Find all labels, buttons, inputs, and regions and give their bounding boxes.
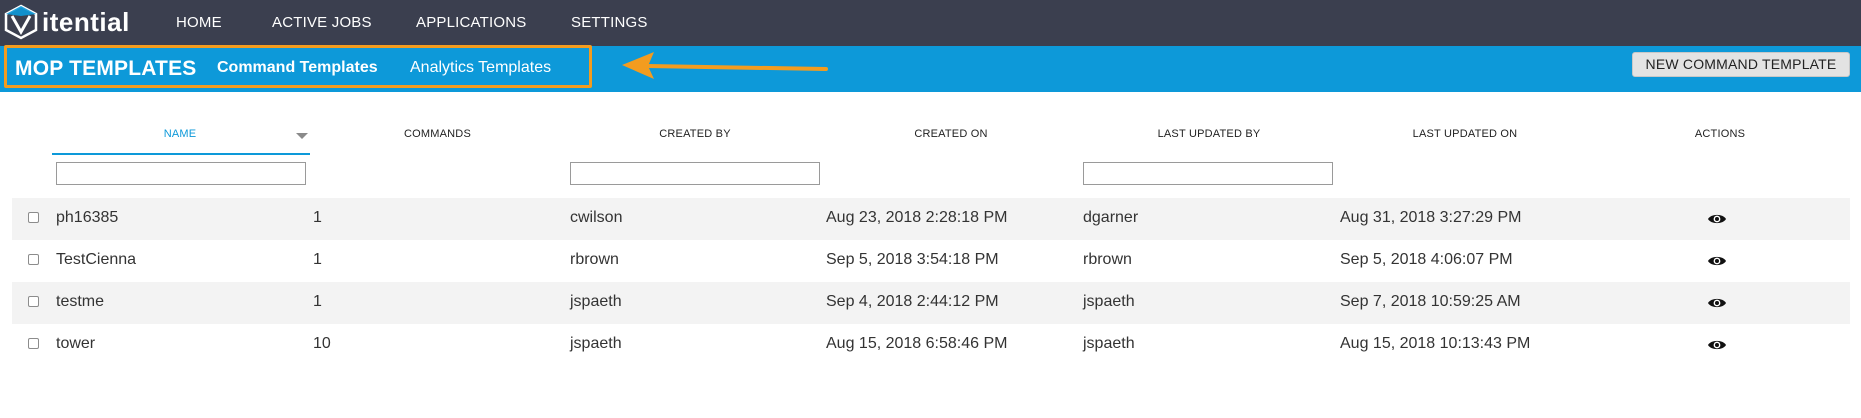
cell-commands: 10 [313, 335, 331, 352]
cell-commands: 1 [313, 251, 322, 268]
cell-last-updated-on: Sep 7, 2018 10:59:25 AM [1340, 293, 1521, 310]
sort-caret-icon[interactable] [296, 133, 308, 139]
logo[interactable]: itential [4, 4, 130, 40]
itential-logo-icon [4, 4, 38, 40]
eye-icon[interactable] [1707, 338, 1727, 352]
cell-last-updated-by: jspaeth [1083, 293, 1135, 310]
cell-last-updated-on: Aug 31, 2018 3:27:29 PM [1340, 209, 1522, 226]
cell-created-by: rbrown [570, 251, 619, 268]
column-header-created-on[interactable]: CREATED ON [900, 128, 1002, 140]
eye-icon[interactable] [1707, 296, 1727, 310]
logo-text: itential [42, 6, 130, 37]
cell-name[interactable]: tower [56, 335, 95, 353]
cell-last-updated-by: rbrown [1083, 251, 1132, 268]
cell-created-on: Sep 4, 2018 2:44:12 PM [826, 293, 999, 310]
cell-created-by: cwilson [570, 209, 623, 226]
top-nav: itential HOME ACTIVE JOBS APPLICATIONS S… [0, 0, 1861, 46]
cell-commands: 1 [313, 293, 322, 310]
row-checkbox[interactable] [28, 254, 39, 265]
row-checkbox[interactable] [28, 296, 39, 307]
table-row[interactable]: TestCienna 1 rbrown Sep 5, 2018 3:54:18 … [12, 240, 1850, 282]
table-row[interactable]: tower 10 jspaeth Aug 15, 2018 6:58:46 PM… [12, 324, 1850, 366]
cell-last-updated-on: Aug 15, 2018 10:13:43 PM [1340, 335, 1531, 352]
cell-created-on: Aug 15, 2018 6:58:46 PM [826, 335, 1008, 352]
new-command-template-button[interactable]: NEW COMMAND TEMPLATE [1632, 52, 1850, 77]
table-row[interactable]: testme 1 jspaeth Sep 4, 2018 2:44:12 PM … [12, 282, 1850, 324]
cell-last-updated-by: dgarner [1083, 209, 1139, 226]
column-header-commands[interactable]: COMMANDS [390, 128, 485, 140]
eye-icon[interactable] [1707, 212, 1727, 226]
row-checkbox[interactable] [28, 338, 39, 349]
cell-created-on: Aug 23, 2018 2:28:18 PM [826, 209, 1008, 226]
last-updated-by-filter-input[interactable] [1083, 162, 1333, 185]
created-by-filter-input[interactable] [570, 162, 820, 185]
column-header-created-by[interactable]: CREATED BY [640, 128, 750, 140]
column-header-name[interactable]: NAME [162, 128, 198, 140]
column-header-last-updated-on[interactable]: LAST UPDATED ON [1400, 128, 1530, 140]
column-header-last-updated-by[interactable]: LAST UPDATED BY [1140, 128, 1278, 140]
row-checkbox[interactable] [28, 212, 39, 223]
table-row[interactable]: ph16385 1 cwilson Aug 23, 2018 2:28:18 P… [12, 198, 1850, 240]
sorted-column-indicator [52, 153, 310, 155]
nav-applications[interactable]: APPLICATIONS [416, 14, 526, 31]
column-header-actions: ACTIONS [1694, 128, 1746, 140]
highlight-box [4, 45, 592, 88]
nav-settings[interactable]: SETTINGS [571, 14, 648, 31]
cell-name[interactable]: TestCienna [56, 251, 136, 269]
nav-active-jobs[interactable]: ACTIVE JOBS [272, 14, 372, 31]
arrow-left-icon [622, 52, 828, 79]
cell-last-updated-on: Sep 5, 2018 4:06:07 PM [1340, 251, 1513, 268]
cell-name[interactable]: testme [56, 293, 104, 311]
cell-created-by: jspaeth [570, 335, 622, 352]
cell-created-on: Sep 5, 2018 3:54:18 PM [826, 251, 999, 268]
eye-icon[interactable] [1707, 254, 1727, 268]
nav-home[interactable]: HOME [176, 14, 222, 31]
cell-name[interactable]: ph16385 [56, 209, 118, 227]
name-filter-input[interactable] [56, 162, 306, 185]
cell-last-updated-by: jspaeth [1083, 335, 1135, 352]
cell-commands: 1 [313, 209, 322, 226]
cell-created-by: jspaeth [570, 293, 622, 310]
